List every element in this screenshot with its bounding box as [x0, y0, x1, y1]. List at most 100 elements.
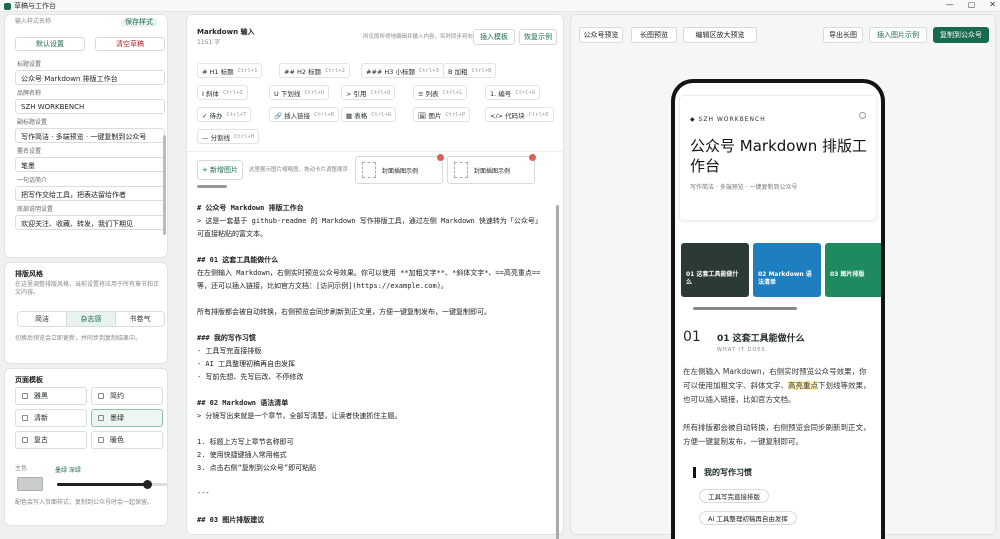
format-button[interactable]: > 引用 Ctrl+Q	[341, 85, 396, 100]
section-paragraph-1: 在左侧输入 Markdown，右侧实时预览公众号效果，你可以使用加粗文字、斜体文…	[683, 367, 871, 404]
format-button[interactable]: 🖼 图片 Ctrl+P	[413, 107, 471, 122]
editor-line: 2. 使用快捷键插入常用格式	[197, 451, 287, 459]
hero-card: ◆ SZH WORKBENCH 公众号 Markdown 排版工作台 写作简洁 …	[679, 95, 877, 221]
left-scrollbar[interactable]	[163, 135, 166, 235]
remove-image-icon[interactable]	[529, 154, 536, 161]
copy-to-wechat-button[interactable]: 复制到公众号	[933, 27, 989, 43]
editor-line: 在左侧输入 Markdown，右侧实时预览公众号效果。你可以使用 **加粗文字*…	[197, 269, 541, 277]
layout-style-selector[interactable]: 简洁 杂志感 书卷气	[17, 311, 165, 327]
clear-draft-button[interactable]: 清空草稿	[95, 37, 165, 51]
template-option[interactable]: 复古	[15, 431, 87, 449]
style-search-input[interactable]: 输入样式名称	[15, 18, 51, 26]
maximize-icon[interactable]: ▢	[968, 0, 976, 9]
editor-hint: 所见即所得地编辑并输入内容，实时同步到右侧预览	[363, 34, 490, 40]
preview-panel: 公众号预览 长图预览 编辑区放大预览 导出长图 插入图片示例 复制到公众号 ◆ …	[570, 14, 996, 539]
format-button[interactable]: ## H2 标题 Ctrl+2	[279, 63, 350, 78]
format-button[interactable]: B 加粗 Ctrl+B	[443, 63, 497, 78]
template-option[interactable]: 墨绿	[91, 409, 163, 427]
template-option[interactable]: 简约	[91, 387, 163, 405]
format-button[interactable]: I 斜体 Ctrl+I	[197, 85, 248, 100]
layout-style-note: 切换后预览会立即更新，并同步到复制结果中。	[15, 335, 142, 342]
app-logo-icon	[4, 2, 11, 10]
minimize-icon[interactable]: —	[946, 0, 954, 9]
color-slider-knob[interactable]	[143, 480, 153, 489]
editor-line: ## 02 Markdown 语法清单	[197, 399, 289, 407]
format-button[interactable]: 🔗 插入链接 Ctrl+K	[269, 107, 340, 122]
editor-line: - 工具写完直接排版	[197, 347, 262, 355]
close-icon[interactable]: ✕	[989, 0, 996, 9]
add-image-button[interactable]: + 新增图片	[197, 160, 243, 180]
layout-option-simple[interactable]: 简洁	[18, 312, 66, 326]
editor-line: ## 03 图片排版建议	[197, 516, 265, 524]
format-button[interactable]: ✓ 待办 Ctrl+T	[197, 107, 252, 122]
insert-template-button[interactable]: 插入模板	[473, 29, 515, 45]
chapter-card[interactable]: 02 Markdown 语法清单	[753, 243, 821, 297]
editor-line: - AI 工具整理初稿再自由发挥	[197, 360, 296, 368]
format-button[interactable]: ▦ 表格 Ctrl+G	[341, 107, 397, 122]
format-button[interactable]: — 分割线 Ctrl+H	[197, 129, 259, 144]
app-title: 草稿与工作台	[4, 1, 56, 11]
layout-style-card: 排版风格 在这里调整排版风格，当前设置将应用于所有章节和正文内容。 简洁 杂志感…	[4, 262, 168, 364]
format-button[interactable]: ≡ 列表 Ctrl+L	[413, 85, 468, 100]
layout-option-bookish[interactable]: 书卷气	[116, 312, 164, 326]
editor-line: 所有排版都会被自动转换，右侧预览会同步刷新到正文里，方便一键复制发布，一键复制即…	[197, 308, 491, 316]
chapter-card[interactable]: 03 图片排版	[825, 243, 881, 297]
template-card: 页面模板 雅黑 简约 清新 墨绿 复古 暖色 主色 墨绿 深绿 配色会写入页面样式，复制到…	[4, 368, 168, 526]
field-input[interactable]: 欢迎关注、收藏、转发，我们下期见	[15, 215, 165, 230]
template-option[interactable]: 清新	[15, 409, 87, 427]
editor-line: 3. 点击右侧“复制到公众号”即可粘贴	[197, 464, 317, 472]
restore-example-button[interactable]: 恢复示例	[519, 29, 557, 45]
format-button[interactable]: </> 代码块 Ctrl+E	[485, 107, 554, 122]
section-number: 01	[683, 329, 701, 345]
checkbox-icon	[22, 393, 28, 399]
format-button[interactable]: 1. 编号 Ctrl+O	[485, 85, 541, 100]
color-slider[interactable]	[57, 480, 167, 489]
hero-title: 公众号 Markdown 排版工作台	[690, 137, 867, 175]
remove-image-icon[interactable]	[437, 154, 444, 161]
color-footnote: 配色会写入页面样式，复制到公众号时会一起保留。	[15, 499, 154, 506]
checkbox-icon	[22, 437, 28, 443]
save-style-button[interactable]: 保存样式	[121, 17, 157, 27]
format-button[interactable]: U 下划线 Ctrl+U	[269, 85, 330, 100]
image-thumb-1[interactable]: 封面插图示例	[355, 156, 443, 184]
editor-title: Markdown 输入	[197, 28, 255, 36]
color-swatch[interactable]	[17, 477, 43, 491]
markdown-editor-panel: Markdown 输入 1151 字 所见即所得地编辑并输入内容，实时同步到右侧…	[186, 14, 565, 539]
checkbox-icon	[98, 415, 104, 421]
cards-scrollbar[interactable]	[693, 307, 797, 310]
field-label: 署名设置	[17, 148, 42, 155]
image-strip-scrollbar[interactable]	[197, 185, 227, 188]
field-input[interactable]: 写作简洁 · 多端预览 · 一键复制到公众号	[15, 128, 165, 143]
template-option[interactable]: 暖色	[91, 431, 163, 449]
field-label: 一句话简介	[17, 177, 48, 184]
title-bar: 草稿与工作台 — ▢ ✕	[0, 0, 1000, 12]
insert-image-example-button[interactable]: 插入图片示例	[869, 27, 927, 43]
export-long-image-button[interactable]: 导出长图	[823, 27, 863, 43]
section-subtitle: WHAT IT DOES	[717, 347, 766, 353]
layout-option-magazine[interactable]: 杂志感	[66, 312, 116, 326]
field-input[interactable]: 把写作交给工具，把表达留给作者	[15, 186, 165, 201]
field-input[interactable]: 公众号 Markdown 排版工作台	[15, 70, 165, 85]
field-input[interactable]: SZH WORKBENCH	[15, 99, 165, 114]
tab-long-image-preview[interactable]: 长图预览	[631, 27, 677, 43]
settings-panel: 输入样式名称 保存样式 默认设置 清空草稿 标题设置 公众号 Markdown 排…	[4, 14, 168, 258]
editor-line: > 这是一套基于 github-readme 的 Markdown 写作排版工具…	[197, 217, 542, 225]
reset-defaults-button[interactable]: 默认设置	[15, 37, 85, 51]
field-label: 品牌名称	[17, 90, 42, 97]
chapter-card[interactable]: 01 这套工具能做什么	[681, 243, 749, 297]
tab-zoom-preview[interactable]: 编辑区放大预览	[683, 27, 757, 43]
field-label: 副标题设置	[17, 119, 48, 126]
editor-line: ### 我的写作习惯	[197, 334, 256, 342]
format-button[interactable]: ### H3 小标题 Ctrl+3	[361, 63, 444, 78]
editor-line: 等，还可以插入链接，比如官方文档：[访问示例](https://example.…	[197, 282, 448, 290]
editor-line: # 公众号 Markdown 排版工作台	[197, 204, 304, 212]
format-button[interactable]: # H1 标题 Ctrl+1	[197, 63, 263, 78]
more-icon[interactable]	[859, 112, 866, 119]
word-count: 1151 字	[197, 39, 221, 46]
tab-wechat-preview[interactable]: 公众号预览	[579, 27, 623, 43]
template-option[interactable]: 雅黑	[15, 387, 87, 405]
editor-scrollbar[interactable]	[556, 205, 559, 539]
field-input[interactable]: 笔墨	[15, 157, 165, 172]
image-thumb-2[interactable]: 封面插图示例	[447, 156, 535, 184]
editor-line: - 写前先想、先写后改、不停修改	[197, 373, 304, 381]
